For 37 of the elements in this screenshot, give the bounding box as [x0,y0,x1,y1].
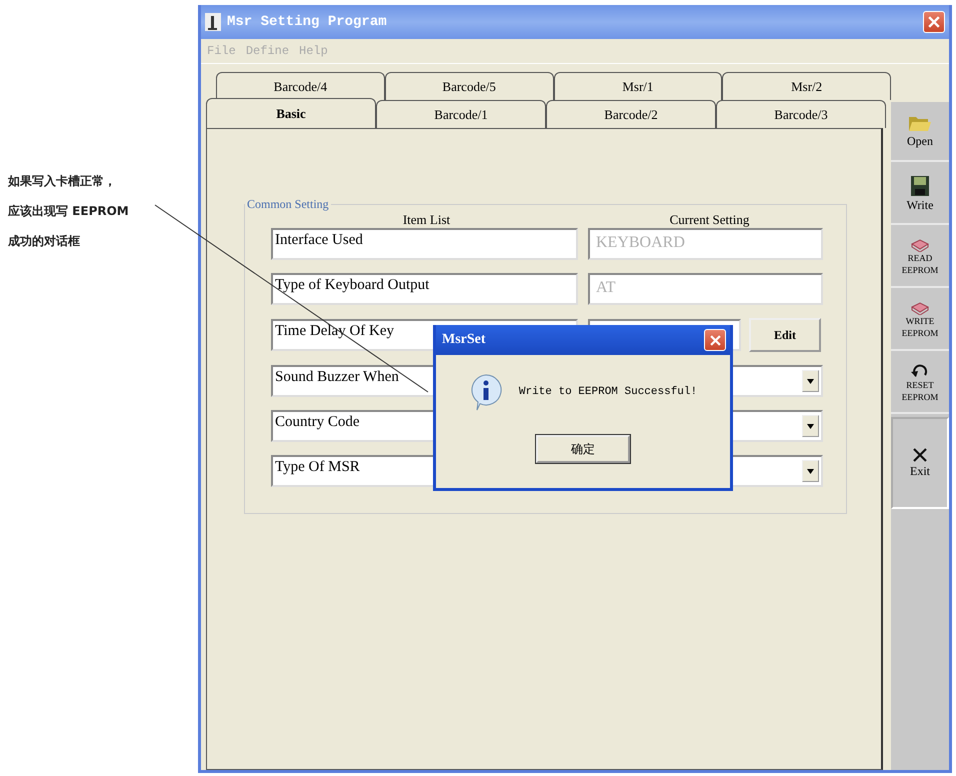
caret-icon [807,468,814,474]
ok-button[interactable]: 确定 [536,435,630,463]
chip-icon [910,238,930,252]
tab[interactable]: Barcode/3 [716,100,886,128]
tab[interactable]: Msr/1 [554,72,722,100]
app-icon [205,13,221,31]
tab[interactable]: Barcode/4 [216,72,385,100]
tab[interactable]: Barcode/1 [376,100,546,128]
close-icon [710,334,720,346]
setting-name-field: Type of Keyboard Output [271,273,578,305]
annotation-text: 成功的对话框 [8,233,81,250]
toolbar-button[interactable]: Exit [891,417,949,509]
column-header: Item List [402,212,452,228]
dialog-title: MsrSet [442,332,486,348]
dropdown-arrow-button[interactable] [802,415,819,437]
caret-icon [807,378,814,384]
annotation-text: 如果写入卡槽正常， [8,173,117,190]
edit-button[interactable]: Edit [749,318,821,352]
undo-arrow-icon [910,363,930,380]
chip-icon [910,301,930,316]
setting-name-field: Interface Used [271,228,578,260]
dropdown-arrow-button[interactable] [802,370,819,392]
info-icon [468,373,503,411]
close-button[interactable] [923,11,945,33]
tab[interactable]: Barcode/5 [384,72,554,100]
annotation-text: 应该出现写 EEPROM [8,203,130,220]
column-header: Current Setting [668,212,750,228]
tab[interactable]: Basic [206,98,376,128]
tab[interactable]: Msr/2 [722,72,891,100]
tab[interactable]: Barcode/2 [546,100,716,128]
caret-icon [807,424,814,428]
close-icon [928,16,940,28]
close-icon [912,447,928,464]
window-title: Msr Setting Program [227,14,388,30]
group-title: Common Setting [246,197,330,212]
dropdown-arrow-button[interactable] [802,460,819,482]
close-button[interactable] [704,329,726,351]
